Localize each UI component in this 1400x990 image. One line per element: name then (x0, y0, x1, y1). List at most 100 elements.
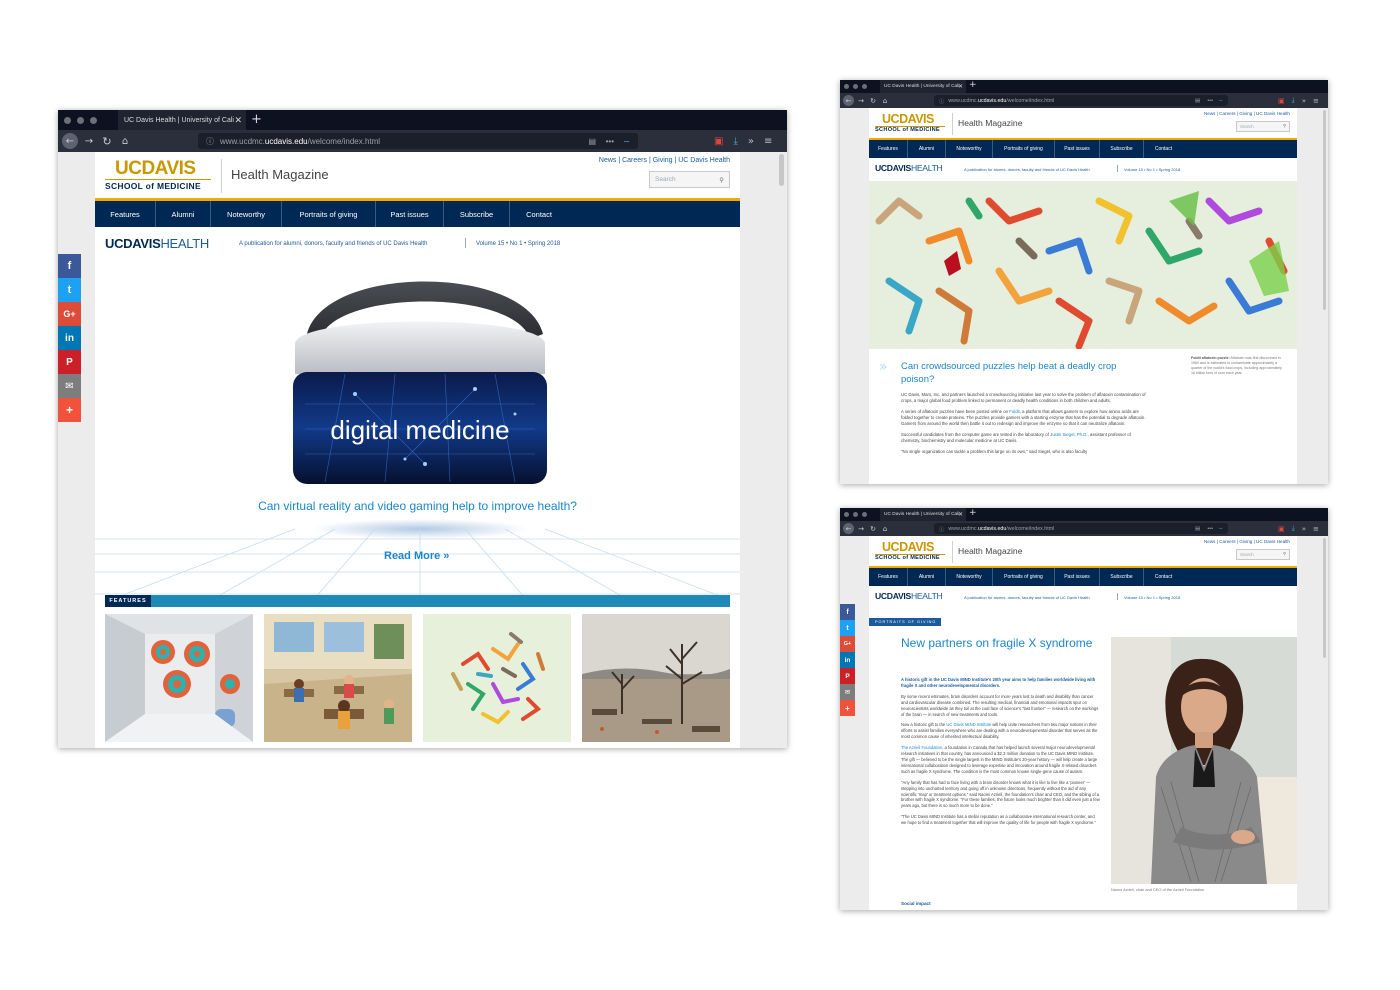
menu-icon[interactable]: ≡ (1313, 97, 1319, 105)
justin-siegel-link[interactable]: Justin Siegel, Ph.D. (1050, 432, 1088, 437)
tab-close-icon[interactable]: ✕ (958, 83, 963, 90)
url-bar[interactable]: ⓘ www.ucdmc. ucdavis.edu/welcome/index.ht… (934, 523, 1228, 534)
nav-alumni[interactable]: Alumni (156, 201, 211, 227)
overflow-chevron-icon[interactable]: » (1302, 97, 1306, 105)
azrieli-foundation-link[interactable]: The Azrieli Foundation (901, 745, 942, 750)
nav-features[interactable]: Features (869, 140, 908, 158)
nav-subscribe[interactable]: Subscribe (1100, 140, 1144, 158)
nav-alumni[interactable]: Alumni (908, 568, 946, 586)
back-arrow-icon[interactable]: ← (62, 133, 78, 149)
feature-thumb-classroom[interactable] (264, 614, 412, 742)
maximize-window-dot[interactable] (862, 512, 867, 517)
linkedin-icon[interactable]: in (840, 652, 855, 668)
forward-arrow-icon[interactable]: → (856, 95, 866, 106)
facebook-icon[interactable]: f (840, 604, 855, 620)
logo-ucdavis[interactable]: UCDAVIS (882, 112, 934, 126)
close-window-dot[interactable] (844, 512, 849, 517)
extension-icon[interactable]: ▣ (1278, 525, 1285, 533)
nav-portraits-of-giving[interactable]: Portraits of giving (993, 568, 1055, 586)
nav-noteworthy[interactable]: Noteworthy (946, 568, 993, 586)
search-input[interactable]: Search ⚲ (649, 171, 730, 188)
nav-contact[interactable]: Contact (1144, 140, 1183, 158)
nav-features[interactable]: Features (95, 201, 156, 227)
reader-view-icon[interactable]: ▤ (1195, 98, 1200, 104)
twitter-icon[interactable]: t (840, 620, 855, 636)
email-icon[interactable]: ✉ (58, 374, 81, 398)
overflow-chevron-icon[interactable]: » (1302, 525, 1306, 533)
close-window-dot[interactable] (64, 116, 71, 124)
reload-icon[interactable]: ↻ (868, 523, 878, 534)
new-tab-button[interactable]: + (969, 80, 977, 90)
browser-tab[interactable]: UC Davis Health | University of Cali ✕ (118, 110, 246, 130)
nav-subscribe[interactable]: Subscribe (444, 201, 510, 227)
browser-tab[interactable]: UC Davis Health | University of Cali ✕ (880, 80, 966, 93)
tab-close-icon[interactable]: ✕ (958, 511, 963, 518)
nav-subscribe[interactable]: Subscribe (1100, 568, 1144, 586)
search-input[interactable]: Search ⚲ (1236, 549, 1290, 560)
nav-past-issues[interactable]: Past issues (1055, 140, 1100, 158)
page-actions-icon[interactable]: ••• (1207, 526, 1213, 532)
twitter-icon[interactable]: t (58, 278, 81, 302)
read-more-link[interactable]: Read More » (384, 550, 449, 562)
extension-icon[interactable]: ▣ (714, 136, 723, 147)
google-plus-icon[interactable]: G+ (840, 636, 855, 652)
browser-tab[interactable]: UC Davis Health | University of Cali ✕ (880, 508, 966, 521)
page-actions-icon[interactable]: ••• (1207, 98, 1213, 104)
nav-noteworthy[interactable]: Noteworthy (211, 201, 282, 227)
close-window-dot[interactable] (844, 84, 849, 89)
nav-alumni[interactable]: Alumni (908, 140, 946, 158)
hero-question[interactable]: Can virtual reality and video gaming hel… (95, 499, 740, 513)
utility-links[interactable]: News | Careers | Giving | UC Davis Healt… (1204, 539, 1290, 544)
nav-past-issues[interactable]: Past issues (376, 201, 444, 227)
extension-icon[interactable]: ▣ (1278, 97, 1285, 105)
reader-view-icon[interactable]: ▤ (588, 137, 596, 146)
pocket-icon[interactable]: ∼ (1219, 98, 1223, 104)
menu-icon[interactable]: ≡ (764, 136, 772, 147)
forward-arrow-icon[interactable]: → (82, 133, 96, 149)
feature-thumb-protein-puzzle[interactable] (423, 614, 571, 742)
facebook-icon[interactable]: f (58, 254, 81, 278)
tab-close-icon[interactable]: ✕ (234, 115, 242, 126)
menu-icon[interactable]: ≡ (1313, 525, 1319, 533)
nav-portraits-of-giving[interactable]: Portraits of giving (993, 140, 1055, 158)
nav-contact[interactable]: Contact (510, 201, 568, 227)
nav-features[interactable]: Features (869, 568, 908, 586)
google-plus-icon[interactable]: G+ (58, 302, 81, 326)
forward-arrow-icon[interactable]: → (856, 523, 866, 534)
minimize-window-dot[interactable] (853, 84, 858, 89)
back-arrow-icon[interactable]: ← (843, 523, 854, 534)
utility-links[interactable]: News | Careers | Giving | UC Davis Healt… (599, 157, 730, 164)
back-arrow-icon[interactable]: ← (843, 95, 854, 106)
scrollbar[interactable] (779, 154, 784, 186)
reload-icon[interactable]: ↻ (100, 133, 114, 149)
pinterest-icon[interactable]: P (840, 668, 855, 684)
search-icon[interactable]: ⚲ (719, 176, 724, 184)
reload-icon[interactable]: ↻ (868, 95, 878, 106)
nav-contact[interactable]: Contact (1144, 568, 1183, 586)
reader-view-icon[interactable]: ▤ (1195, 526, 1200, 532)
page-actions-icon[interactable]: ••• (606, 137, 614, 146)
linkedin-icon[interactable]: in (58, 326, 81, 350)
home-icon[interactable]: ⌂ (880, 523, 890, 534)
maximize-window-dot[interactable] (90, 116, 97, 124)
new-tab-button[interactable]: + (969, 508, 977, 518)
scrollbar[interactable] (1323, 538, 1326, 658)
email-icon[interactable]: ✉ (840, 684, 855, 700)
overflow-chevron-icon[interactable]: » (748, 136, 754, 147)
download-icon[interactable]: ⤓ (733, 136, 737, 147)
feature-thumb-vr-game[interactable] (105, 614, 253, 742)
feature-thumb-wildfire[interactable] (582, 614, 730, 742)
download-icon[interactable]: ⤓ (1292, 524, 1295, 533)
url-bar[interactable]: ⓘ www.ucdmc. ucdavis.edu/welcome/index.ht… (934, 95, 1228, 106)
download-icon[interactable]: ⤓ (1292, 96, 1295, 105)
nav-noteworthy[interactable]: Noteworthy (946, 140, 993, 158)
nav-past-issues[interactable]: Past issues (1055, 568, 1100, 586)
search-icon[interactable]: ⚲ (1283, 124, 1286, 129)
home-icon[interactable]: ⌂ (118, 133, 132, 149)
home-icon[interactable]: ⌂ (880, 95, 890, 106)
mind-institute-link[interactable]: UC Davis MIND Institute (946, 722, 991, 727)
more-share-icon[interactable]: + (840, 700, 855, 716)
pocket-icon[interactable]: ∼ (1219, 526, 1223, 532)
foldit-link[interactable]: Foldit (1009, 409, 1020, 414)
search-icon[interactable]: ⚲ (1283, 552, 1286, 557)
